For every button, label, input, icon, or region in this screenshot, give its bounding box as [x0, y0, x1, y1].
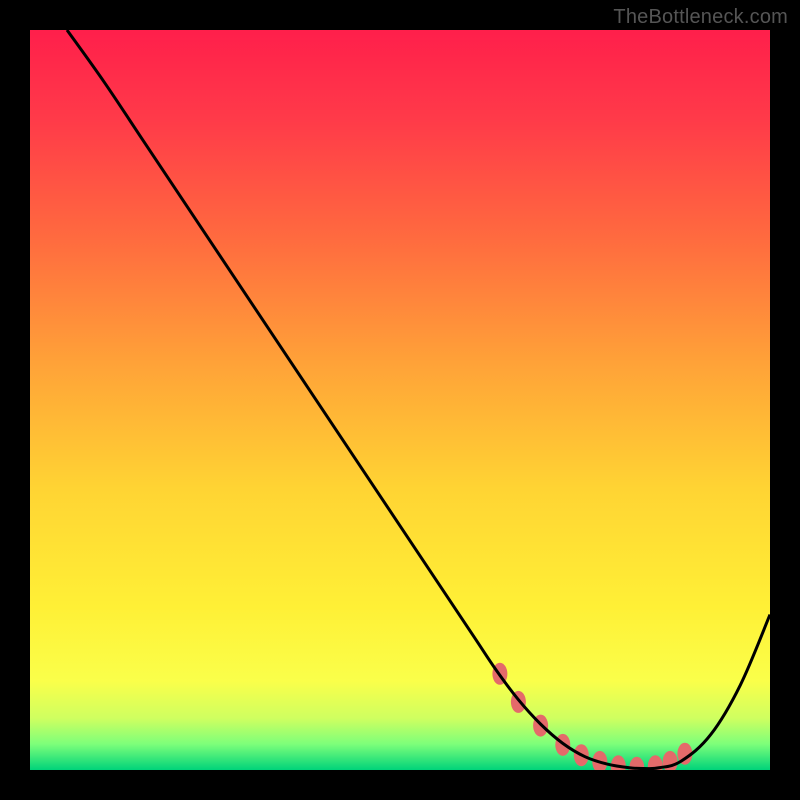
chart-svg: [30, 30, 770, 770]
plot-area: [30, 30, 770, 770]
gradient-background: [30, 30, 770, 770]
chart-frame: TheBottleneck.com: [0, 0, 800, 800]
watermark-text: TheBottleneck.com: [613, 6, 788, 29]
